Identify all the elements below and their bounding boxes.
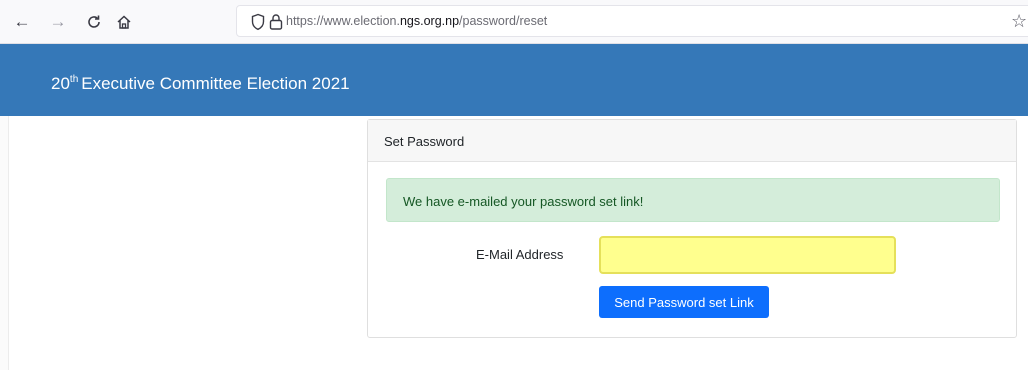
brand-ordinal: 20 [51, 74, 70, 93]
url-text[interactable]: https://www.election.ngs.org.np/password… [286, 14, 547, 28]
send-password-link-button[interactable]: Send Password set Link [599, 286, 769, 318]
page-left-edge [0, 116, 9, 370]
app-header: 20th Executive Committee Election 2021 [0, 44, 1028, 116]
url-path: /password/reset [459, 14, 548, 28]
set-password-card: Set Password We have e-mailed your passw… [367, 119, 1017, 338]
arrow-left-icon[interactable]: ← [11, 11, 33, 33]
home-icon[interactable] [113, 11, 135, 33]
brand-title[interactable]: 20th Executive Committee Election 2021 [51, 74, 350, 94]
brand-title-text: Executive Committee Election 2021 [81, 74, 350, 93]
url-host: ngs.org.np [399, 14, 460, 28]
success-alert: We have e-mailed your password set link! [386, 178, 1000, 222]
email-label: E-Mail Address [476, 247, 564, 262]
shield-icon[interactable] [250, 13, 268, 31]
arrow-right-icon[interactable]: → [47, 11, 69, 33]
browser-toolbar: ← → https://www.election.ngs.org.np/pass… [0, 0, 1028, 44]
bookmark-star-icon[interactable]: ☆ [1011, 11, 1027, 32]
email-field[interactable] [599, 236, 896, 274]
reload-icon[interactable] [83, 11, 105, 33]
brand-ordinal-suffix: th [69, 74, 79, 85]
card-title: Set Password [368, 120, 1016, 162]
lock-icon[interactable] [269, 13, 287, 31]
address-bar[interactable]: https://www.election.ngs.org.np/password… [236, 5, 1028, 37]
url-prefix: https://www.election. [286, 14, 400, 28]
